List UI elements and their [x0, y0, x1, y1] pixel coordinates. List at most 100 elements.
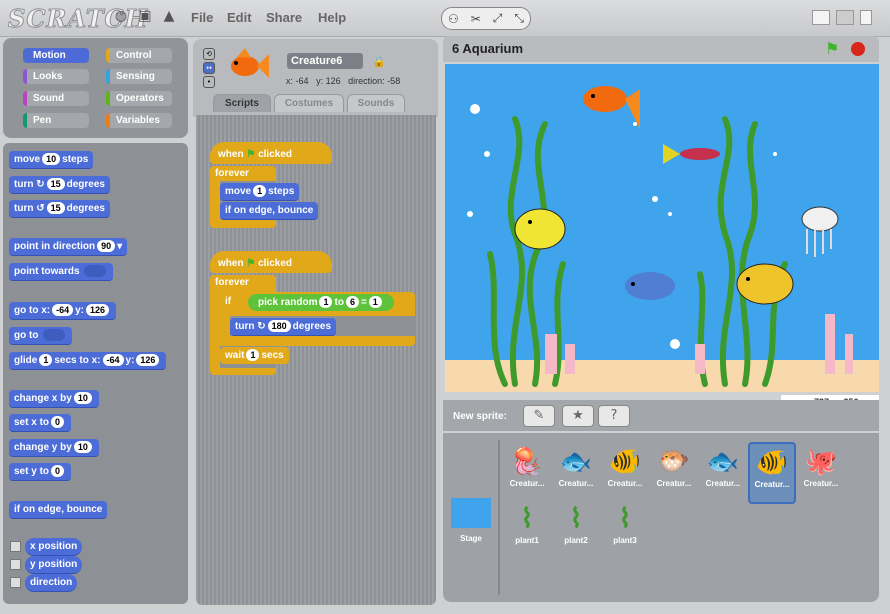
save-icon[interactable]: ▣	[137, 8, 153, 24]
lock-icon[interactable]: 🔒	[372, 55, 386, 68]
paint-new-sprite-button[interactable]: ✎	[523, 405, 555, 427]
dropdown-arrow-icon: ▾	[117, 241, 123, 252]
rotation-style-buttons: ⟲ ↔ •	[203, 48, 215, 88]
normal-stage-view-icon[interactable]	[836, 10, 854, 25]
reporter-x-position[interactable]: x position	[25, 538, 83, 556]
delete-icon[interactable]: ✂	[471, 12, 481, 26]
random-sprite-button[interactable]: ?	[598, 405, 630, 427]
plant-icon: ⌇	[520, 503, 534, 533]
new-sprite-bar: New sprite:	[443, 400, 879, 431]
category-sound[interactable]: Sound	[23, 91, 89, 106]
block-point-direction[interactable]: point in direction 90 ▾	[9, 238, 128, 256]
project-title: 6 Aquarium	[452, 41, 524, 56]
sprite-thumb-yellow-fish[interactable]: 🐟 Creatur...	[554, 443, 598, 501]
category-motion[interactable]: Motion	[23, 48, 89, 63]
block-point-towards[interactable]: point towards	[9, 263, 114, 281]
stop-button[interactable]	[851, 42, 865, 56]
sprite-thumb-plant1[interactable]: ⌇ plant1	[505, 500, 549, 558]
dropdown-slot[interactable]	[43, 329, 66, 342]
sprite-thumbnail-goldfish	[231, 48, 269, 78]
rotate-flip-icon[interactable]: ↔	[203, 62, 215, 74]
fish-icon: 🐟	[559, 446, 593, 476]
checkbox-direction[interactable]	[10, 577, 21, 588]
aquarium-artwork	[467, 86, 853, 387]
category-sensing[interactable]: Sensing	[106, 69, 172, 84]
fish-icon: 🐟	[706, 446, 740, 476]
sprite-thumb-plant3[interactable]: ⌇ plant3	[603, 500, 647, 558]
block-set-y[interactable]: set y to 0	[9, 463, 72, 481]
dropdown-slot[interactable]	[84, 265, 107, 278]
rotate-cw-icon: ↻	[257, 321, 266, 332]
category-pen[interactable]: Pen	[23, 113, 89, 128]
category-looks[interactable]: Looks	[23, 69, 89, 84]
block-move[interactable]: move 10 steps	[9, 151, 94, 169]
shrink-icon[interactable]: ⤡	[514, 11, 524, 26]
duplicate-icon[interactable]: ⚇	[448, 12, 459, 26]
rotate-ccw-icon: ↺	[36, 203, 45, 214]
sprite-thumb-octopus[interactable]: 🐙 Creatur...	[799, 443, 843, 501]
sprite-thumb-goldfish-selected[interactable]: 🐠 Creatur...	[748, 442, 796, 504]
no-rotate-icon[interactable]: •	[203, 76, 215, 88]
sprite-tools: ⚇ ✂ ⤢ ⤡	[441, 7, 531, 30]
stage[interactable]	[445, 64, 879, 392]
reporter-direction[interactable]: direction	[25, 574, 78, 592]
checkbox-x-position[interactable]	[10, 541, 21, 552]
sprite-name-field[interactable]: Creature6	[287, 53, 363, 69]
category-variables[interactable]: Variables	[106, 113, 172, 128]
choose-sprite-from-file-button[interactable]: ★	[562, 405, 594, 427]
stage-thumbnail[interactable]: Stage	[449, 496, 493, 554]
block-change-x[interactable]: change x by 10	[9, 390, 99, 408]
tab-costumes[interactable]: Costumes	[274, 94, 344, 112]
wait-block[interactable]: wait 1 secs	[220, 347, 289, 364]
block-go-to[interactable]: go to	[9, 327, 73, 345]
sprite-thumb-plant2[interactable]: ⌇ plant2	[554, 500, 598, 558]
green-flag-icon: ⚑	[246, 149, 256, 160]
menu-share[interactable]: Share	[266, 10, 302, 25]
menu-help[interactable]: Help	[318, 10, 346, 25]
sprite-thumb-blue-fish[interactable]: 🐟 Creatur...	[701, 443, 745, 501]
fish-icon: 🐡	[657, 446, 691, 476]
block-set-x[interactable]: set x to 0	[9, 414, 72, 432]
block-bounce[interactable]: if on edge, bounce	[9, 501, 108, 519]
menu-edit[interactable]: Edit	[227, 10, 252, 25]
block-turn-ccw[interactable]: turn ↺ 15 degrees	[9, 200, 110, 218]
block-turn-cw[interactable]: turn ↻ 15 degrees	[9, 176, 110, 194]
octopus-icon: 🐙	[804, 446, 838, 476]
block-change-y[interactable]: change y by 10	[9, 439, 99, 457]
corral-divider	[498, 440, 500, 595]
sprite-coords: x: -64 y: 126 direction: -58	[286, 76, 401, 86]
block-go-to-xy[interactable]: go to x: -64 y: 126	[9, 302, 117, 320]
tab-scripts[interactable]: Scripts	[213, 94, 271, 112]
script-move-block[interactable]: move 1 steps	[220, 183, 300, 201]
reporter-y-position[interactable]: y position	[25, 556, 83, 574]
globe-icon[interactable]: ◍	[113, 8, 129, 24]
jellyfish-icon: 🪼	[510, 446, 544, 476]
tab-sounds[interactable]: Sounds	[347, 94, 405, 112]
when-flag-clicked-hat-2[interactable]: when ⚑ clicked	[210, 251, 332, 273]
sprite-thumb-guppy[interactable]: 🐠 Creatur...	[603, 443, 647, 501]
green-flag-icon: ⚑	[246, 258, 256, 269]
green-flag-button[interactable]: ⚑	[825, 39, 839, 58]
share-icon[interactable]: ▲	[161, 8, 177, 24]
top-bar: SCRATCH ◍ ▣ ▲ File Edit Share Help ⚇ ✂ ⤢…	[0, 0, 890, 37]
grow-icon[interactable]: ⤢	[493, 11, 503, 26]
rotate-full-icon[interactable]: ⟲	[203, 48, 215, 60]
category-operators[interactable]: Operators	[106, 91, 172, 106]
sprite-thumb-jellyfish[interactable]: 🪼 Creatur...	[505, 443, 549, 501]
small-stage-view-icon[interactable]	[812, 10, 830, 25]
block-glide[interactable]: glide 1 secs to x: -64 y: 126	[9, 352, 167, 370]
presentation-view-icon[interactable]	[860, 10, 872, 25]
plant-icon: ⌇	[569, 503, 583, 533]
script-turn-block[interactable]: turn ↻ 180 degrees	[230, 318, 337, 336]
script-bounce-block[interactable]: if on edge, bounce	[220, 202, 319, 220]
checkbox-y-position[interactable]	[10, 559, 21, 570]
category-control[interactable]: Control	[106, 48, 172, 63]
new-sprite-label: New sprite:	[453, 411, 507, 422]
menu-file[interactable]: File	[191, 10, 213, 25]
plant-icon: ⌇	[618, 503, 632, 533]
stage-thumb-label: Stage	[460, 534, 482, 543]
sprite-thumb-angelfish[interactable]: 🐡 Creatur...	[652, 443, 696, 501]
goldfish-icon: 🐠	[755, 447, 789, 477]
when-flag-clicked-hat[interactable]: when ⚑ clicked	[210, 142, 332, 164]
equals-operator[interactable]: pick random 1 to 6 = 1	[248, 294, 394, 311]
